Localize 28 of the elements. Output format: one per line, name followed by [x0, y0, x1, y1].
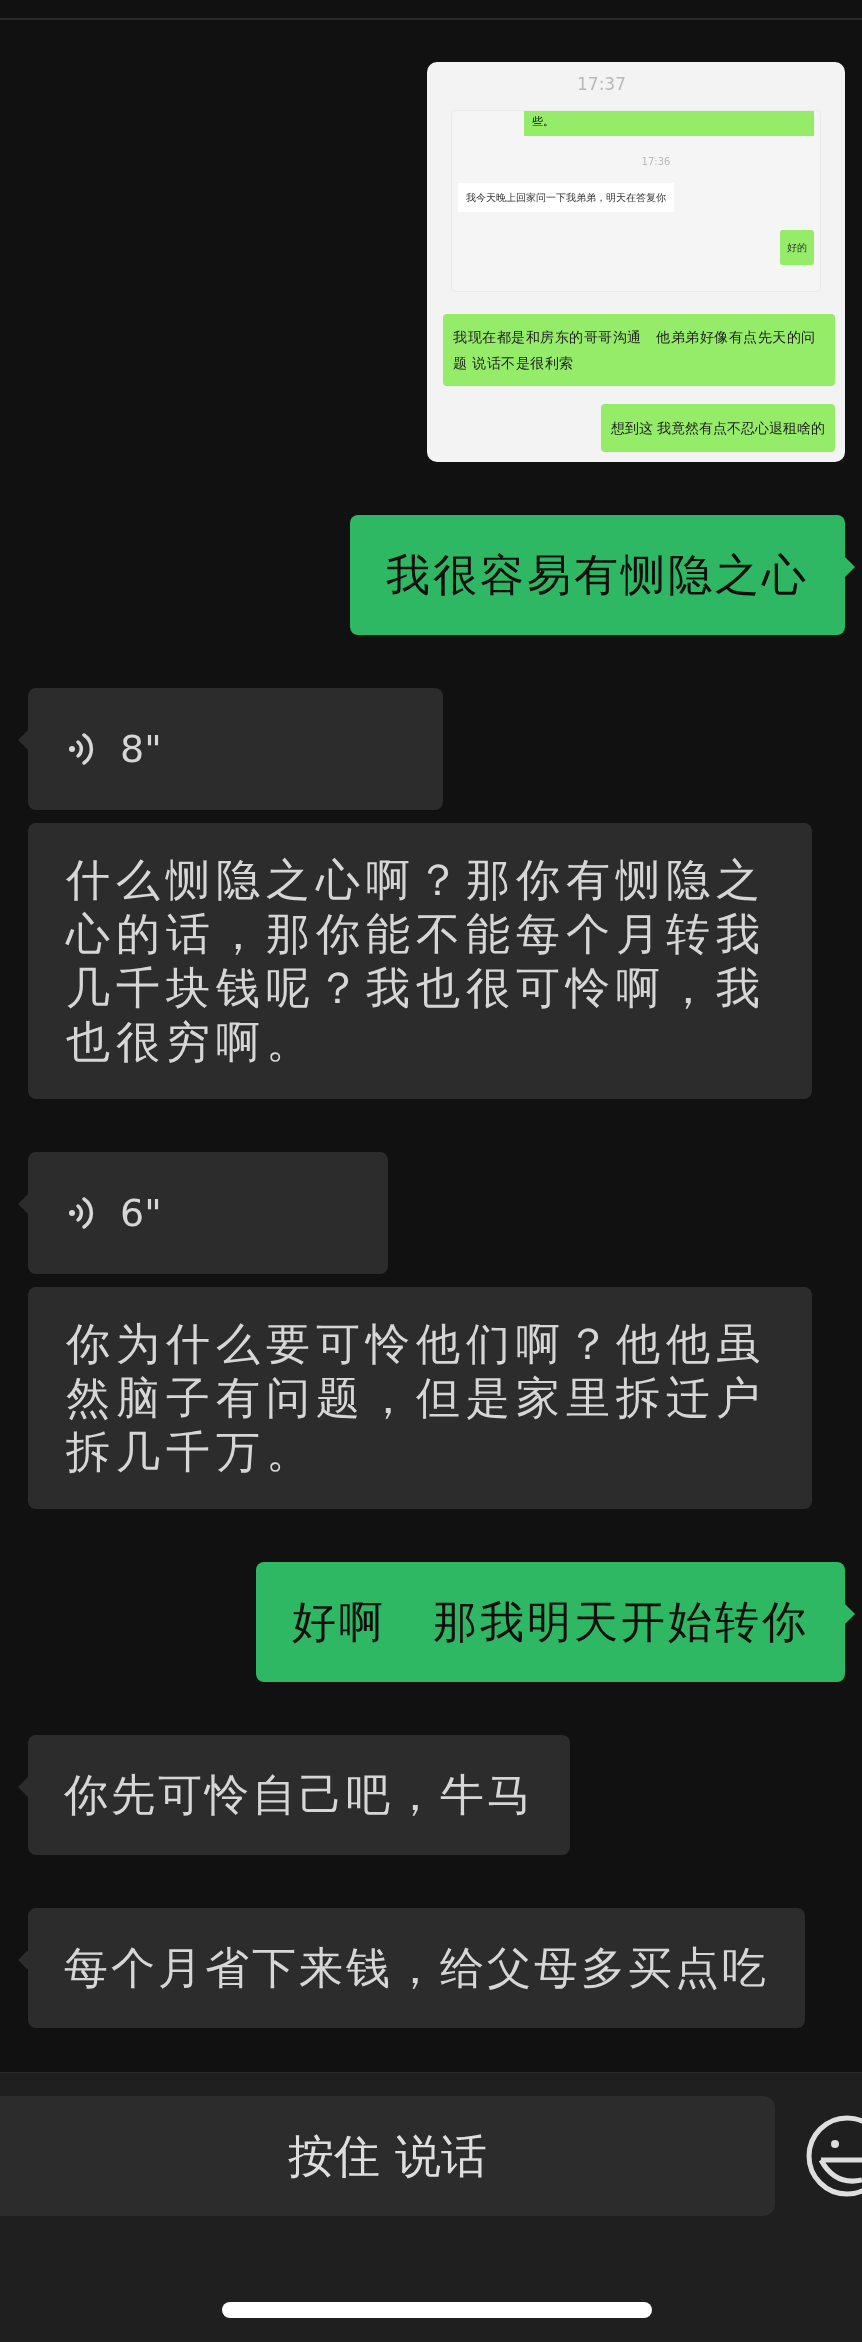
chat-bubble: 你先可怜自己吧，牛马: [28, 1735, 570, 1855]
chat-bubble: 我今天晚上回家问一下我弟弟，明天在答复你: [458, 183, 674, 212]
transcript-bubble: 你为什么要可怜他们啊？他他虽然脑子有问题，但是家里拆迁户拆几千万。: [28, 1287, 812, 1509]
bubble-tail-icon: [18, 1777, 28, 1797]
voice-icon: [68, 1194, 94, 1232]
voice-message[interactable]: 8": [28, 688, 443, 810]
bubble-tail-icon: [18, 1950, 28, 1970]
transcript-bubble: 什么恻隐之心啊？那你有恻隐之心的话，那你能不能每个月转我几千块钱呢？我也很可怜啊，我也很穷啊。: [28, 823, 812, 1099]
chat-bubble: 我很容易有恻隐之心: [350, 515, 845, 635]
bubble-tail-icon: [18, 730, 28, 750]
bubble-tail-icon: [845, 557, 855, 577]
chat-bubble: 好的: [780, 230, 814, 265]
bubble-tail-icon: [845, 1604, 855, 1624]
chat-bubble: 我现在都是和房东的哥哥沟通 他弟弟好像有点先天的问题 说话不是很利索: [443, 314, 835, 386]
chat-bubble: 些。: [524, 111, 814, 136]
hold-to-talk-button[interactable]: 按住 说话: [0, 2096, 775, 2216]
voice-message[interactable]: 6": [28, 1152, 388, 1274]
bubble-tail-icon: [18, 1194, 28, 1214]
screenshot-message[interactable]: 17:37 些。 17:36 我今天晚上回家问一下我弟弟，明天在答复你 好的 我现在都是和房东的哥哥沟通 他弟弟好像有点先天的问题 说话不是很利索 想到这 我竟然有点不忍心退租啥的: [427, 62, 845, 462]
chat-bubble: 好啊 那我明天开始转你: [256, 1562, 845, 1682]
emoji-icon[interactable]: [805, 2114, 862, 2198]
chat-bubble: 每个月省下来钱，给父母多买点吃: [28, 1908, 805, 2028]
voice-duration: 8": [120, 725, 162, 773]
voice-duration: 6": [120, 1189, 162, 1237]
timestamp: 17:37: [576, 74, 627, 94]
timestamp: 17:36: [641, 155, 671, 169]
chat-bubble: 想到这 我竟然有点不忍心退租啥的: [600, 404, 835, 452]
voice-icon: [68, 730, 94, 768]
